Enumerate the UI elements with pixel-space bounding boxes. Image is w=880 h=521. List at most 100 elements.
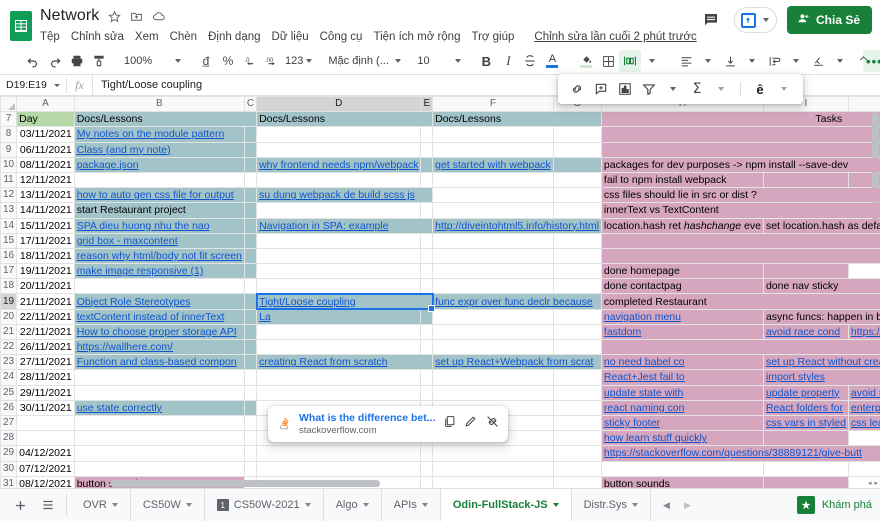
cell[interactable]: [552, 414, 602, 432]
cell[interactable]: [552, 460, 602, 477]
cell[interactable]: location.hash ret hashchange eve: [600, 217, 764, 234]
cell[interactable]: [762, 171, 849, 189]
cell[interactable]: [420, 263, 434, 280]
cell[interactable]: 27/11/2021: [16, 354, 75, 371]
insert-link-icon[interactable]: [566, 78, 588, 100]
sheet-tab-caret-icon[interactable]: [111, 503, 118, 507]
cell[interactable]: [256, 126, 422, 143]
cell[interactable]: [420, 156, 434, 173]
cell[interactable]: react naming con: [600, 399, 764, 416]
present-button[interactable]: [733, 7, 777, 33]
cell[interactable]: Function and class-based compon: [73, 354, 245, 371]
cell[interactable]: [243, 369, 258, 386]
cell[interactable]: 06/11/2021: [16, 141, 75, 158]
row-header-28[interactable]: 28: [0, 430, 18, 447]
cell[interactable]: avoid setSate() with forEach: [847, 384, 880, 401]
cell[interactable]: [762, 263, 849, 280]
cell[interactable]: [243, 171, 258, 189]
menu-item-file[interactable]: Tệp: [40, 31, 60, 43]
scroll-right-arrow-icon[interactable]: ▸: [874, 479, 878, 487]
cell[interactable]: [243, 323, 258, 341]
move-to-folder-icon[interactable]: [130, 10, 143, 23]
cell[interactable]: [73, 460, 245, 477]
cell[interactable]: [552, 430, 602, 447]
cell[interactable]: [243, 247, 258, 265]
menu-item-insert[interactable]: Chèn: [170, 31, 198, 43]
cell[interactable]: React folders for: [762, 399, 849, 416]
cell[interactable]: func expr over func declr because: [432, 293, 602, 310]
cell[interactable]: [16, 430, 75, 447]
cell[interactable]: 08/12/2021: [16, 475, 75, 488]
merge-caret-icon[interactable]: [641, 50, 663, 72]
cell[interactable]: [243, 445, 258, 462]
increase-decimal-icon[interactable]: .00: [261, 50, 283, 72]
sheet-tab-caret-icon[interactable]: [421, 503, 428, 507]
cell[interactable]: [420, 202, 434, 219]
cell[interactable]: [243, 384, 258, 401]
cell[interactable]: 17/11/2021: [16, 232, 75, 249]
cell[interactable]: [243, 156, 258, 173]
cell[interactable]: [73, 445, 245, 462]
cell[interactable]: button sounds: [600, 475, 764, 488]
cell[interactable]: [256, 384, 422, 401]
sheet-tab-odin-fullstack-js[interactable]: Odin-FullStack-JS: [440, 488, 572, 521]
cell[interactable]: package.json: [73, 156, 245, 173]
cell[interactable]: navigation menu: [600, 308, 764, 325]
menu-item-format[interactable]: Định dạng: [208, 31, 260, 43]
cell[interactable]: [256, 263, 422, 280]
cell[interactable]: [420, 338, 434, 356]
cell[interactable]: [420, 369, 434, 386]
row-header-21[interactable]: 21: [0, 323, 18, 341]
filter-icon[interactable]: [638, 78, 660, 100]
cell[interactable]: [432, 171, 554, 189]
cell[interactable]: La: [256, 308, 422, 325]
cell[interactable]: [73, 369, 245, 386]
cell[interactable]: [600, 141, 880, 158]
cell[interactable]: [762, 430, 849, 447]
row-header-9[interactable]: 9: [0, 141, 18, 158]
print-icon[interactable]: [66, 50, 88, 72]
sheet-tab-apis[interactable]: APIs: [382, 488, 441, 521]
row-header-27[interactable]: 27: [0, 414, 18, 432]
cell[interactable]: Navigation in SPA: example: [256, 217, 434, 234]
cell[interactable]: [256, 247, 422, 265]
row-header-31[interactable]: 31: [0, 475, 18, 488]
cell[interactable]: [552, 126, 602, 143]
cell[interactable]: start Restaurant project: [73, 202, 245, 219]
cell[interactable]: 04/12/2021: [16, 445, 75, 462]
cell[interactable]: Docs/Lessons: [256, 111, 434, 128]
row-header-8[interactable]: 8: [0, 126, 18, 143]
cell[interactable]: [256, 278, 422, 295]
cell[interactable]: 22/11/2021: [16, 323, 75, 341]
scroll-left-arrow-icon[interactable]: ◂: [868, 479, 872, 487]
cell[interactable]: [420, 445, 434, 462]
italic-button[interactable]: I: [497, 50, 519, 72]
cell[interactable]: textContent instead of innerText: [73, 308, 245, 325]
cell[interactable]: [16, 414, 75, 432]
text-rotation-icon[interactable]: [807, 50, 829, 72]
copy-link-icon[interactable]: [443, 415, 456, 433]
cell[interactable]: [432, 278, 554, 295]
row-header-14[interactable]: 14: [0, 217, 18, 234]
cell[interactable]: [243, 308, 258, 325]
cell[interactable]: grid box - maxcontent: [73, 232, 245, 249]
zoom-selector[interactable]: 100%: [122, 51, 183, 71]
cell[interactable]: [420, 323, 434, 341]
cell[interactable]: [432, 308, 554, 325]
borders-icon[interactable]: [597, 50, 619, 72]
cell[interactable]: make image responsive (1): [73, 263, 245, 280]
cell[interactable]: [420, 126, 434, 143]
cell[interactable]: css files should lie in src or dist ?: [600, 187, 880, 204]
comment-history-icon[interactable]: [698, 7, 724, 33]
menu-item-help[interactable]: Trợ giúp: [471, 31, 514, 43]
column-header-j[interactable]: J: [847, 96, 880, 113]
insert-comment-icon[interactable]: [590, 78, 612, 100]
cell[interactable]: completed Restaurant: [600, 293, 880, 310]
insert-chart-icon[interactable]: [614, 78, 636, 100]
cell[interactable]: [73, 384, 245, 401]
redo-icon[interactable]: [44, 50, 66, 72]
cell[interactable]: set location.hash as default: [762, 217, 880, 234]
horizontal-align-icon[interactable]: [675, 50, 697, 72]
row-header-24[interactable]: 24: [0, 369, 18, 386]
cell[interactable]: [256, 171, 422, 189]
